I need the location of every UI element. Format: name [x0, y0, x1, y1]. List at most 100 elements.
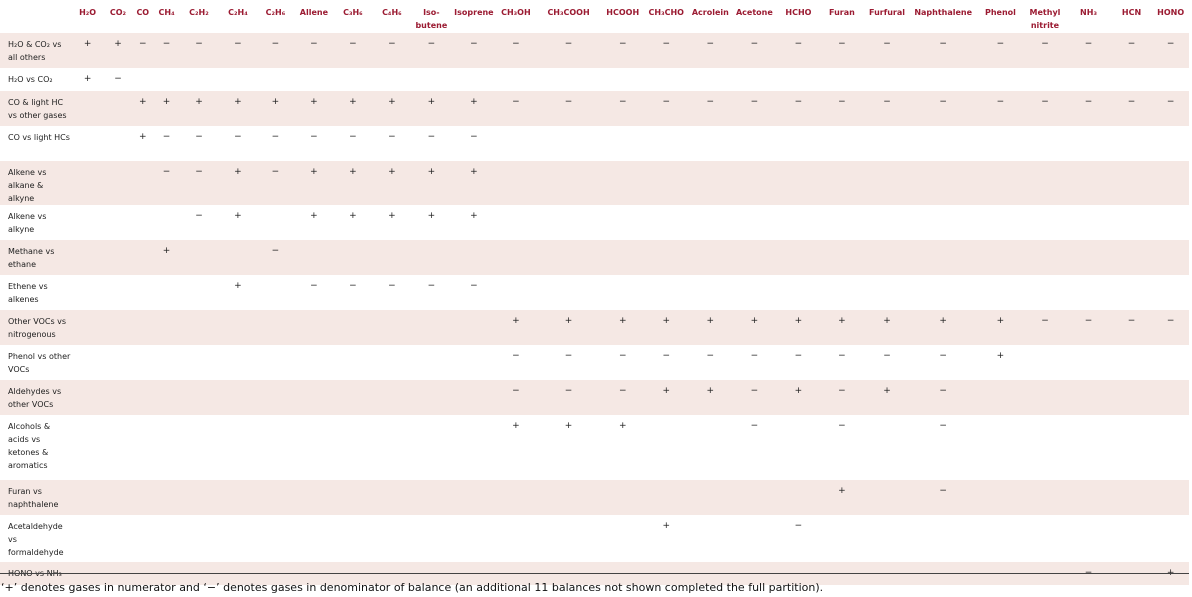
sign-cell	[497, 515, 535, 562]
sign-cell: −	[602, 380, 643, 415]
sign-cell	[293, 415, 335, 480]
row-label: Aldehydes vs other VOCs	[0, 380, 71, 415]
sign-cell	[131, 240, 154, 275]
sign-cell: −	[1110, 33, 1153, 68]
sign-cell	[70, 515, 105, 562]
row-label: Alcohols & acids vs ketones & aromatics	[0, 415, 71, 480]
column-header: Phenol	[984, 8, 1016, 17]
sign-cell	[731, 161, 778, 205]
sign-cell: +	[371, 205, 413, 240]
sign-cell: +	[450, 161, 498, 205]
sign-cell	[179, 415, 219, 480]
sign-cell: −	[909, 91, 978, 126]
column-header: Methyl nitrite	[1029, 8, 1061, 30]
sign-cell	[1152, 68, 1189, 91]
sign-cell	[257, 480, 294, 515]
sign-cell	[642, 126, 690, 161]
sign-cell	[293, 240, 335, 275]
sign-cell	[131, 380, 154, 415]
sign-cell	[131, 515, 154, 562]
sign-cell	[1066, 240, 1111, 275]
sign-cell	[534, 275, 603, 310]
sign-cell	[131, 161, 154, 205]
sign-cell	[731, 275, 778, 310]
sign-cell: −	[293, 33, 335, 68]
column-header: Furan	[829, 8, 855, 17]
sign-cell: −	[602, 33, 643, 68]
sign-cell	[534, 126, 603, 161]
sign-cell: −	[179, 126, 219, 161]
sign-cell: −	[819, 345, 865, 380]
sign-cell	[909, 515, 978, 562]
sign-cell	[1152, 161, 1189, 205]
column-header: Iso-butene	[415, 8, 448, 30]
sign-cell: +	[777, 310, 820, 345]
sign-cell: +	[642, 310, 690, 345]
sign-cell	[534, 480, 603, 515]
sign-cell	[104, 240, 132, 275]
sign-cell	[864, 415, 910, 480]
sign-cell: +	[977, 345, 1024, 380]
sign-cell	[497, 205, 535, 240]
column-header: CH₄	[158, 8, 175, 17]
sign-cell	[1152, 126, 1189, 161]
sign-cell	[131, 345, 154, 380]
sign-cell: +	[602, 415, 643, 480]
sign-cell: −	[731, 380, 778, 415]
sign-cell: −	[1023, 310, 1067, 345]
column-header: CH₃CHO	[648, 8, 684, 17]
sign-cell	[179, 310, 219, 345]
sign-cell	[977, 415, 1024, 480]
sign-cell	[450, 515, 498, 562]
sign-cell	[1152, 515, 1189, 562]
sign-cell	[819, 68, 865, 91]
sign-cell: −	[689, 33, 732, 68]
sign-cell	[1066, 415, 1111, 480]
sign-cell	[371, 345, 413, 380]
sign-cell	[689, 415, 732, 480]
row-header-corner	[0, 0, 71, 33]
sign-cell	[977, 205, 1024, 240]
sign-cell	[257, 68, 294, 91]
sign-cell	[602, 205, 643, 240]
sign-cell: −	[977, 33, 1024, 68]
sign-cell	[334, 380, 372, 415]
sign-cell	[70, 310, 105, 345]
sign-cell: −	[412, 126, 451, 161]
sign-cell	[689, 480, 732, 515]
sign-cell: −	[1066, 33, 1111, 68]
sign-cell	[1023, 345, 1067, 380]
sign-cell: −	[731, 91, 778, 126]
sign-cell: +	[334, 91, 372, 126]
sign-cell	[104, 275, 132, 310]
sign-cell	[70, 480, 105, 515]
sign-cell: −	[534, 380, 603, 415]
sign-cell	[819, 275, 865, 310]
sign-cell	[218, 68, 258, 91]
table-row: Other VOCs vs nitrogenous + + + + + + + + + + + − − − −	[0, 310, 1189, 345]
sign-cell: −	[179, 205, 219, 240]
sign-cell: +	[70, 68, 105, 91]
column-header: C₂H₂	[189, 8, 209, 17]
sign-cell	[334, 310, 372, 345]
sign-cell: −	[819, 33, 865, 68]
sign-cell	[70, 240, 105, 275]
sign-cell	[977, 480, 1024, 515]
sign-cell: −	[534, 345, 603, 380]
row-label: Acetaldehyde vs formaldehyde	[0, 515, 71, 562]
sign-cell	[179, 68, 219, 91]
sign-cell	[1110, 161, 1153, 205]
sign-cell	[1066, 275, 1111, 310]
sign-cell: −	[1152, 33, 1189, 68]
sign-cell: −	[293, 126, 335, 161]
sign-cell: −	[819, 91, 865, 126]
sign-cell	[864, 161, 910, 205]
sign-cell: +	[218, 91, 258, 126]
sign-cell	[1110, 480, 1153, 515]
sign-cell	[293, 480, 335, 515]
sign-cell: −	[1066, 310, 1111, 345]
sign-cell	[1110, 275, 1153, 310]
sign-cell	[334, 345, 372, 380]
table-row: Alkene vs alkyne − + + + + + +	[0, 205, 1189, 240]
sign-cell	[1152, 380, 1189, 415]
